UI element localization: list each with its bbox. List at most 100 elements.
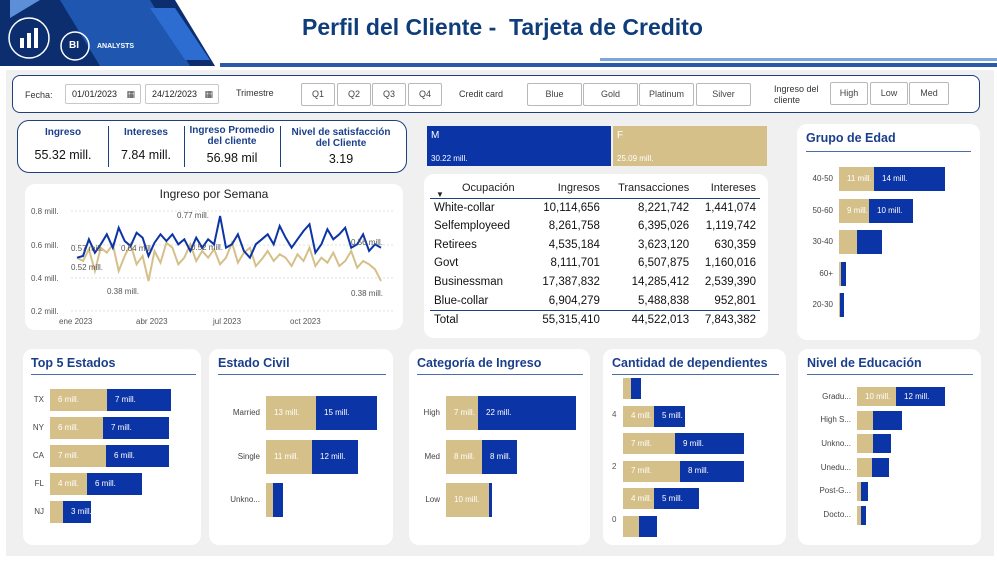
- bar-segment-blue[interactable]: [873, 410, 902, 430]
- income-category-title: Categoría de Ingreso: [417, 356, 542, 370]
- ingreso-low-button[interactable]: Low: [870, 82, 908, 105]
- data-label: 0.38 mill.: [107, 287, 139, 296]
- bar-segment-gold[interactable]: [266, 483, 273, 517]
- ingreso-med-button[interactable]: Med: [909, 82, 949, 105]
- table-cell: 55,315,410: [529, 309, 604, 329]
- table-cell: 630,359: [714, 238, 756, 251]
- credit-card-silver-button[interactable]: Silver: [696, 83, 751, 106]
- bar-segment-blue[interactable]: [631, 378, 641, 399]
- trimestre-q4-button[interactable]: Q4: [408, 83, 442, 106]
- column-header-ingresos[interactable]: Ingresos: [529, 178, 604, 199]
- credit-card-platinum-button[interactable]: Platinum: [639, 83, 694, 106]
- table-row[interactable]: Selfemployeed 8,261,758 6,395,026 1,119,742: [430, 217, 760, 236]
- table-cell: Retirees: [434, 238, 477, 251]
- bar-segment-gold[interactable]: [50, 501, 63, 523]
- data-label: 0.56 mill.: [351, 238, 383, 247]
- bar-data-label: 15 mill.: [324, 408, 350, 417]
- category-label: NY: [32, 423, 44, 432]
- table-cell: 1,160,016: [704, 257, 756, 270]
- trimestre-q2-button[interactable]: Q2: [337, 83, 371, 106]
- column-header-ocupacion[interactable]: Ocupación: [430, 178, 530, 199]
- table-cell: 44,522,013: [603, 309, 694, 329]
- data-label: 0.38 mill.: [351, 289, 383, 298]
- calendar-icon[interactable]: ▦: [126, 89, 135, 100]
- bar-data-label: 7 mill.: [115, 395, 136, 404]
- category-label: Unkno...: [230, 495, 260, 504]
- bar-data-label: 8 mill.: [688, 466, 709, 475]
- category-label: High: [423, 408, 440, 417]
- bar-segment-gold[interactable]: [623, 378, 631, 399]
- table-row[interactable]: Blue-collar 6,904,279 5,488,838 952,801: [430, 291, 760, 310]
- bar-data-label: 10 mill.: [454, 495, 480, 504]
- category-label: 50-60: [812, 205, 833, 215]
- table-row[interactable]: Govt 8,111,701 6,507,875 1,160,016: [430, 254, 760, 273]
- category-label: Married: [232, 408, 260, 417]
- table-row[interactable]: Businessman 17,387,832 14,285,412 2,539,390: [430, 273, 760, 292]
- column-header-transacciones[interactable]: Transacciones: [603, 178, 694, 199]
- bar-segment-blue[interactable]: [840, 293, 844, 317]
- table-cell: 17,387,832: [542, 276, 600, 289]
- trimestre-label: Trimestre: [236, 88, 274, 98]
- bar-data-label: 10 mill.: [865, 391, 891, 401]
- bar-data-label: 7 mill.: [631, 466, 652, 475]
- bar-segment-gold[interactable]: [839, 230, 857, 254]
- bar-segment-blue[interactable]: [489, 483, 492, 517]
- income-category-card: Categoría de Ingreso High 7 mill. 22 mill.…: [409, 349, 590, 545]
- table-row[interactable]: Retirees 4,535,184 3,623,120 630,359: [430, 235, 760, 254]
- bar-segment-gold[interactable]: [623, 515, 639, 537]
- kpi-ingreso: Ingreso 55.32 mill.: [20, 121, 106, 172]
- table-row[interactable]: White-collar 10,114,656 8,221,742 1,441,074: [430, 198, 760, 217]
- trimestre-q1-button[interactable]: Q1: [301, 83, 335, 106]
- bar-segment-blue[interactable]: [873, 434, 891, 454]
- credit-card-blue-button[interactable]: Blue: [527, 83, 582, 106]
- credit-card-gold-button[interactable]: Gold: [583, 83, 638, 106]
- bar-segment-gold[interactable]: [857, 434, 873, 454]
- bar-segment-blue[interactable]: [861, 481, 868, 501]
- education-title: Nivel de Educación: [807, 356, 922, 370]
- table-cell: Businessman: [434, 276, 504, 289]
- sort-descending-icon[interactable]: ▼: [436, 190, 444, 199]
- bar-segment-blue[interactable]: [841, 261, 846, 286]
- date-to-value: 24/12/2023: [152, 89, 198, 99]
- column-header-intereses[interactable]: Intereses: [693, 178, 760, 199]
- logo-banner: BI ANALYSTS: [0, 0, 230, 66]
- table-cell: Govt: [434, 257, 459, 270]
- bar-data-label: 7 mill.: [111, 423, 132, 432]
- gender-card-m[interactable]: M 30.22 mill.: [427, 126, 611, 166]
- occupation-table: Ocupación Ingresos Transacciones Interes…: [430, 178, 760, 329]
- title-underline: [31, 374, 196, 375]
- table-cell: 952,801: [714, 294, 756, 307]
- bar-segment-blue[interactable]: [861, 505, 866, 525]
- bar-data-label: 9 mill.: [847, 205, 868, 215]
- kpi-ingreso-promedio: Ingreso Promedio del cliente 56.98 mil: [186, 121, 278, 172]
- bar-segment-blue[interactable]: [639, 515, 657, 537]
- axis-tick-label: 2: [612, 462, 617, 471]
- gender-card-f[interactable]: F 25.09 mill.: [613, 126, 767, 166]
- date-to-input[interactable]: 24/12/2023 ▦: [145, 84, 219, 104]
- dependents-title: Cantidad de dependientes: [612, 356, 768, 370]
- kpi-value: 55.32 mill.: [34, 148, 92, 162]
- kpi-value: 7.84 mill.: [120, 148, 172, 162]
- dependents-card: Cantidad de dependientes 4 mill. 5 mill. 7…: [603, 349, 786, 545]
- trimestre-q3-button[interactable]: Q3: [372, 83, 406, 106]
- category-label: High S...: [820, 415, 851, 425]
- date-from-input[interactable]: 01/01/2023 ▦: [65, 84, 141, 104]
- calendar-icon[interactable]: ▦: [204, 89, 213, 100]
- bar-segment-blue[interactable]: [857, 230, 882, 254]
- bar-segment-blue[interactable]: [872, 458, 889, 478]
- bar-data-label: 10 mill.: [877, 205, 903, 215]
- title-underline: [807, 374, 973, 375]
- data-label: 0.77 mill.: [177, 211, 209, 220]
- bar-data-label: 5 mill.: [662, 493, 683, 503]
- axis-tick-label: 4: [612, 410, 617, 419]
- bar-data-label: 6 mill.: [58, 395, 79, 404]
- bar-segment-blue[interactable]: [273, 483, 283, 517]
- bar-data-label: 8 mill.: [454, 451, 475, 461]
- bar-segment-gold[interactable]: [857, 458, 872, 478]
- table-header-row: Ocupación Ingresos Transacciones Interes…: [430, 178, 760, 199]
- ingreso-high-button[interactable]: High: [830, 82, 868, 105]
- category-label: Gradu...: [822, 391, 851, 401]
- bar-data-label: 4 mill.: [58, 479, 79, 488]
- bar-segment-gold[interactable]: [857, 410, 873, 430]
- category-label: TX: [33, 395, 44, 404]
